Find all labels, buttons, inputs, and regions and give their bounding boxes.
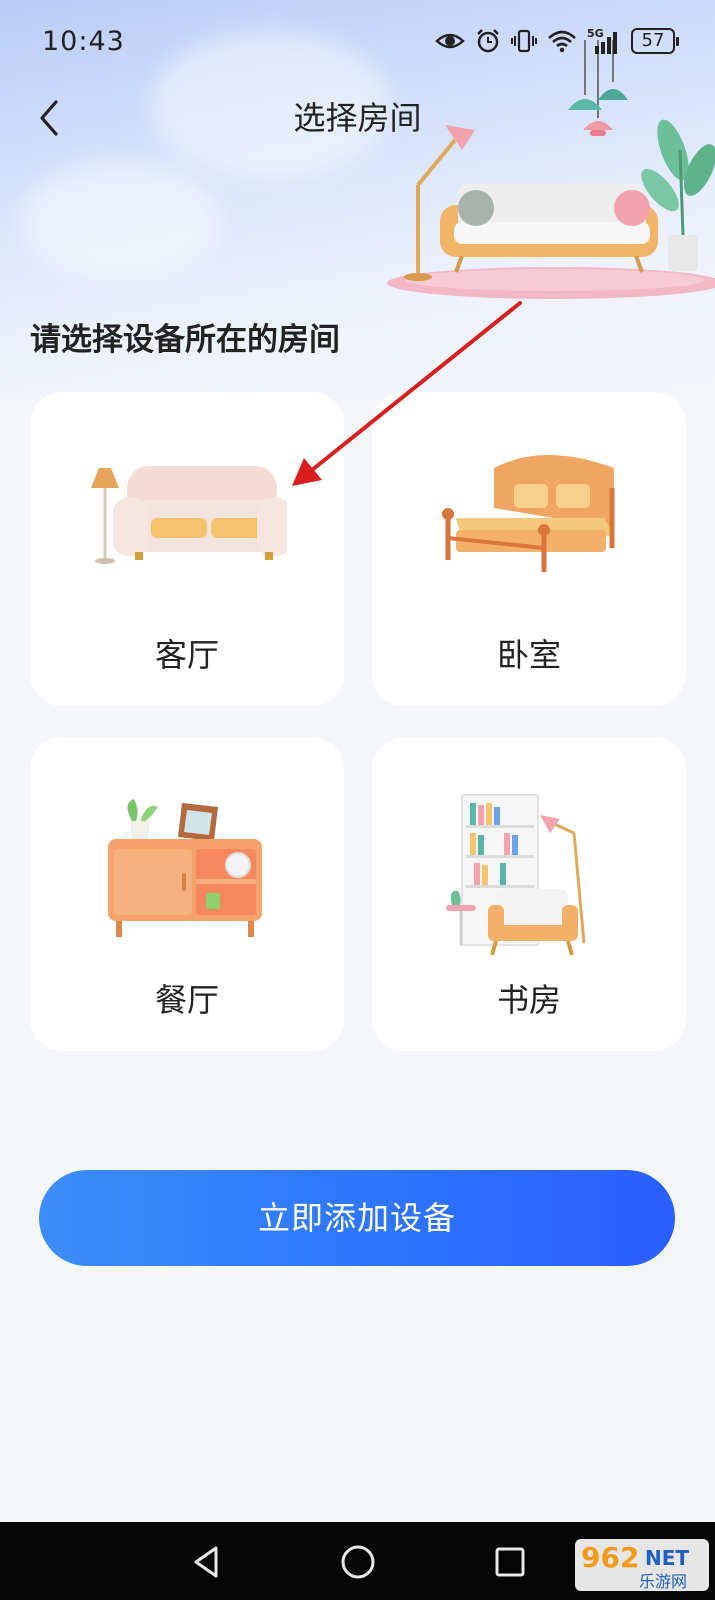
svg-text:5G: 5G [587, 27, 604, 40]
room-card-living-room[interactable]: 客厅 [30, 392, 344, 706]
eye-icon [435, 33, 465, 49]
sofa-icon [91, 466, 287, 564]
room-label: 客厅 [154, 636, 219, 674]
status-icons: 5G 57 [435, 24, 679, 58]
status-bar: 10:43 5G 57 [0, 0, 715, 86]
alarm-icon [477, 29, 499, 53]
wifi-icon [548, 30, 576, 53]
square-recents-icon[interactable] [492, 1544, 528, 1580]
circle-home-icon[interactable] [340, 1544, 376, 1580]
room-prompt: 请选择设备所在的房间 [30, 322, 340, 358]
svg-text:乐游网: 乐游网 [639, 1572, 687, 1591]
bed-icon [442, 455, 615, 572]
room-label: 餐厅 [154, 981, 219, 1019]
room-card-dining-room[interactable]: 餐厅 [30, 737, 344, 1051]
page-title: 选择房间 [293, 99, 422, 137]
bookshelf-chair-icon [446, 794, 586, 956]
status-time: 10:43 [42, 26, 125, 57]
svg-text:962: 962 [581, 1541, 639, 1574]
room-label: 书房 [496, 981, 561, 1019]
cabinet-icon [108, 799, 262, 937]
room-card-bedroom[interactable]: 卧室 [372, 392, 686, 706]
vibrate-icon [511, 29, 537, 53]
add-device-button[interactable]: 立即添加设备 [39, 1170, 675, 1266]
triangle-back-icon[interactable] [188, 1544, 224, 1580]
signal-5g-icon: 5G [587, 27, 617, 54]
room-label: 卧室 [496, 636, 561, 674]
watermark-logo: 962 NET 乐游网 [575, 1539, 709, 1591]
svg-text:NET: NET [645, 1546, 689, 1570]
room-card-study[interactable]: 书房 [372, 737, 686, 1051]
battery-icon: 57 [631, 28, 679, 54]
